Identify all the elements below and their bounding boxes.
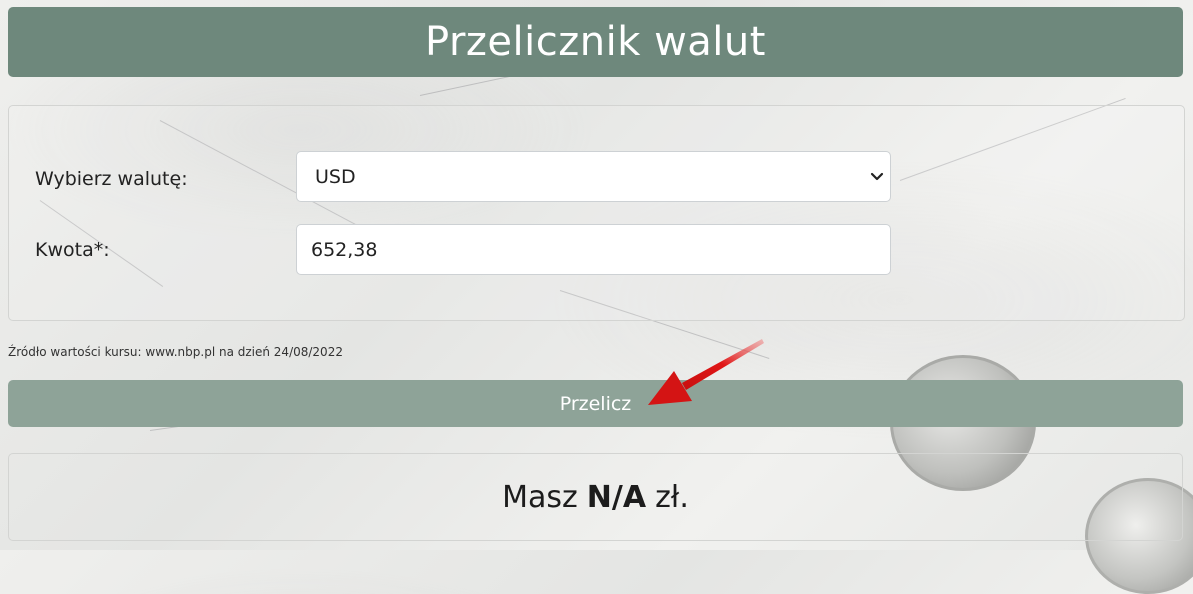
currency-select[interactable]: USD bbox=[296, 151, 891, 202]
result-value: N/A bbox=[586, 479, 647, 515]
app-header: Przelicznik walut bbox=[8, 7, 1183, 77]
convert-button[interactable]: Przelicz bbox=[8, 380, 1183, 427]
rate-source-note: Źródło wartości kursu: www.nbp.pl na dzi… bbox=[8, 345, 343, 359]
result-prefix: Masz bbox=[502, 479, 578, 515]
convert-button-label: Przelicz bbox=[559, 392, 632, 415]
amount-label: Kwota*: bbox=[35, 239, 110, 261]
currency-label: Wybierz walutę: bbox=[35, 168, 188, 190]
result-panel: Masz N/A zł. bbox=[8, 453, 1183, 541]
page-title: Przelicznik walut bbox=[425, 19, 766, 65]
currency-select-value: USD bbox=[315, 165, 356, 188]
chevron-down-icon bbox=[870, 172, 884, 181]
converter-form: Wybierz walutę: USD Kwota*: 652,38 bbox=[8, 105, 1185, 321]
amount-input-value: 652,38 bbox=[311, 238, 378, 261]
result-suffix: zł. bbox=[655, 479, 689, 515]
amount-input[interactable]: 652,38 bbox=[296, 224, 891, 275]
red-arrow-icon bbox=[648, 339, 764, 405]
